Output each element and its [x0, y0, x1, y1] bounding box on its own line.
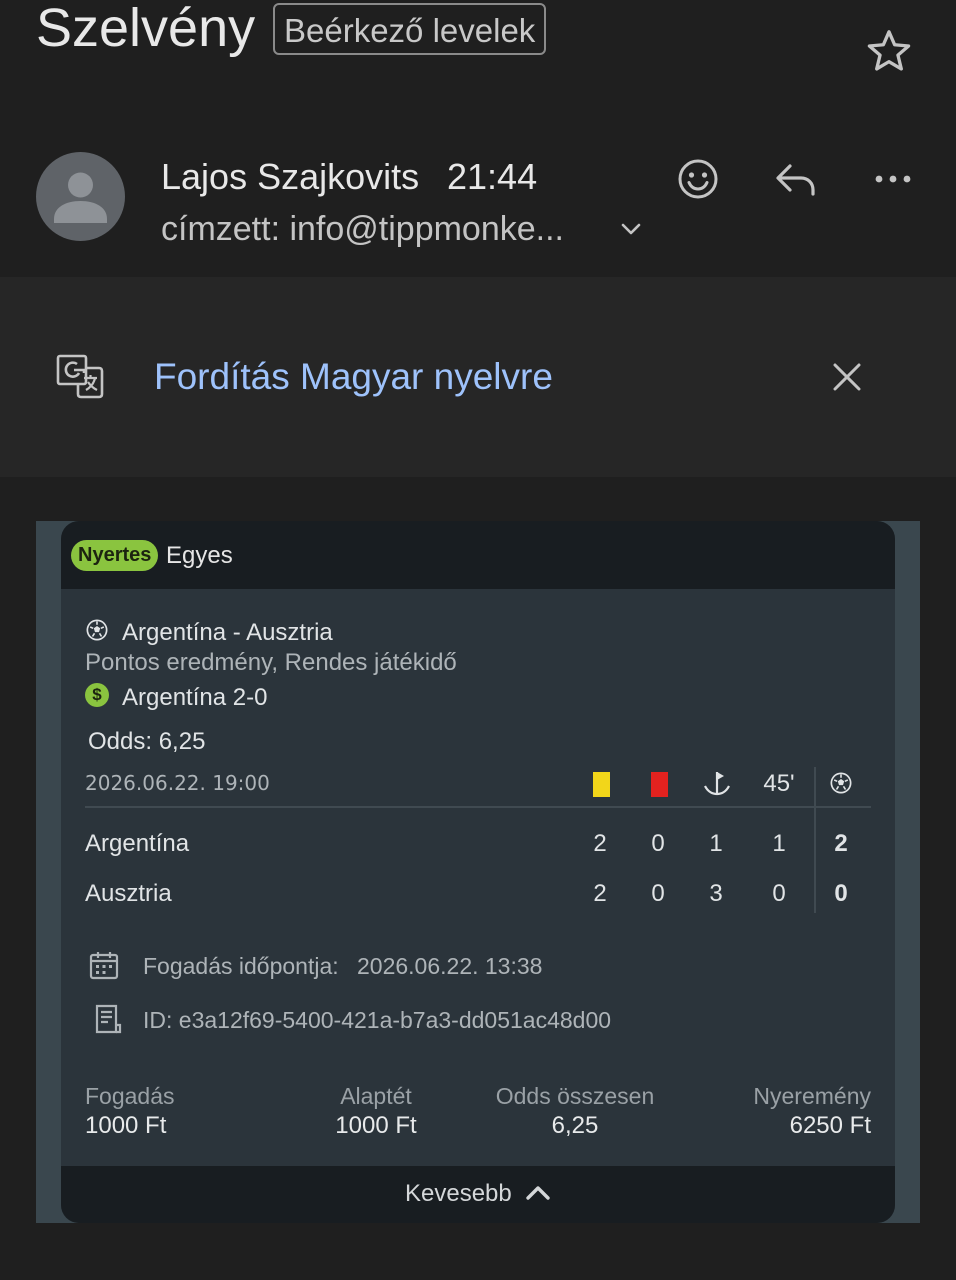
translate-link[interactable]: Fordítás Magyar nyelvre [154, 352, 553, 402]
goal-count: 2 [834, 830, 848, 857]
stake-value: 1000 Ft [85, 1112, 167, 1139]
sender-avatar[interactable] [36, 152, 125, 241]
receipt-icon [95, 1004, 122, 1034]
folder-label-chip[interactable]: Beérkező levelek [273, 3, 547, 55]
yellow-count: 2 [593, 880, 607, 907]
corner-count: 1 [709, 830, 723, 857]
goals-ball-icon [830, 772, 852, 794]
red-count: 0 [651, 830, 665, 857]
yellow-count: 2 [593, 830, 607, 857]
halftime-score: 1 [772, 830, 786, 857]
red-count: 0 [651, 880, 665, 907]
corner-flag-icon [704, 772, 730, 796]
message-time: 21:44 [447, 156, 538, 197]
chevron-down-icon[interactable] [618, 214, 644, 244]
stats-divider [814, 767, 816, 913]
calendar-icon [89, 952, 119, 980]
recipient-line[interactable]: címzett: info@tippmonke... [161, 208, 564, 250]
status-badge: Nyertes [71, 540, 159, 571]
stats-header-divider [85, 806, 871, 808]
ticket-id[interactable]: ID: e3a12f69-5400-421a-b7a3-dd051ac48d00 [143, 1007, 611, 1034]
match-name: Argentína - Ausztria [122, 619, 333, 646]
reply-icon[interactable] [772, 158, 820, 202]
halftime-header: 45' [763, 770, 795, 797]
chevron-up-icon [526, 1186, 551, 1200]
winnings-label: Nyeremény [753, 1083, 871, 1109]
close-icon[interactable] [826, 356, 868, 398]
translate-icon [56, 354, 104, 399]
goal-count: 0 [834, 880, 848, 907]
market-name: Pontos eredmény, Rendes játékidő [85, 649, 457, 676]
selection: Argentína 2-0 [122, 684, 268, 711]
star-icon[interactable] [864, 26, 914, 76]
base-stake-label: Alaptét [340, 1083, 412, 1109]
team-name: Argentína [85, 830, 190, 857]
dollar-icon: $ [85, 683, 109, 707]
more-icon[interactable] [870, 158, 916, 202]
team-name: Ausztria [85, 880, 172, 907]
odds: Odds: 6,25 [88, 728, 206, 755]
total-odds-label: Odds összesen [495, 1083, 655, 1109]
soccer-ball-icon [86, 619, 108, 641]
stake-label: Fogadás [85, 1083, 175, 1109]
emoji-icon[interactable] [676, 157, 720, 201]
winnings-value: 6250 Ft [789, 1112, 871, 1139]
bet-ticket: Nyertes Egyes Argentína - Ausztria Ponto… [61, 521, 895, 1223]
avatar-person-icon [54, 172, 107, 223]
show-less-label: Kevesebb [405, 1180, 512, 1207]
sender-name: Lajos Szajkovits [161, 156, 420, 197]
corner-count: 3 [709, 880, 723, 907]
email-subject: Szelvény [36, 0, 256, 58]
total-odds-value: 6,25 [551, 1112, 599, 1139]
halftime-score: 0 [772, 880, 786, 907]
bet-type: Egyes [166, 542, 233, 569]
yellow-card-icon [593, 772, 610, 797]
base-stake-value: 1000 Ft [335, 1112, 417, 1139]
placed-label: Fogadás időpontja: [143, 953, 339, 979]
match-datetime: 2026.06.22. 19:00 [85, 771, 270, 795]
red-card-icon [651, 772, 668, 797]
show-less-button[interactable]: Kevesebb [405, 1177, 552, 1211]
placed-time: 2026.06.22. 13:38 [357, 953, 543, 979]
